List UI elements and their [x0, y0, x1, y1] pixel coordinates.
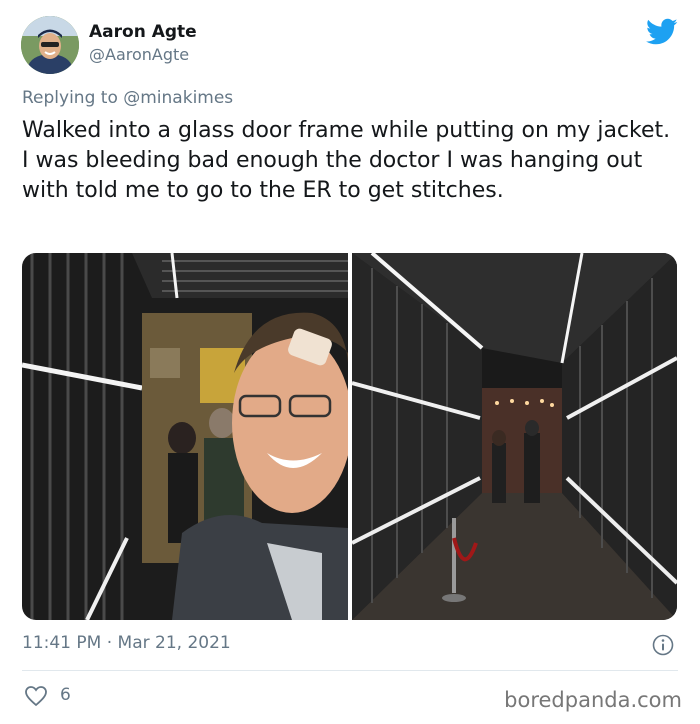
reply-mention-link[interactable]: @minakimes [123, 88, 233, 108]
selfie-photo[interactable] [22, 253, 348, 620]
twitter-bird-icon[interactable] [646, 18, 678, 46]
tweet-timestamp[interactable]: 11:41 PM · Mar 21, 2021 [22, 633, 231, 653]
author-handle[interactable]: @AaronAgte [89, 45, 189, 64]
watermark: boredpanda.com [504, 688, 682, 712]
avatar[interactable] [21, 16, 79, 74]
like-count[interactable]: 6 [60, 685, 71, 705]
reply-prefix: Replying to [22, 88, 124, 108]
divider [22, 670, 678, 671]
heart-icon[interactable] [24, 685, 48, 707]
tweet-text: Walked into a glass door frame while put… [22, 118, 671, 203]
info-icon[interactable] [652, 634, 674, 656]
reply-context: Replying to @minakimes [22, 88, 233, 108]
tweet-media[interactable] [22, 253, 677, 620]
author-name[interactable]: Aaron Agte [89, 22, 197, 42]
hallway-photo[interactable] [352, 253, 677, 620]
